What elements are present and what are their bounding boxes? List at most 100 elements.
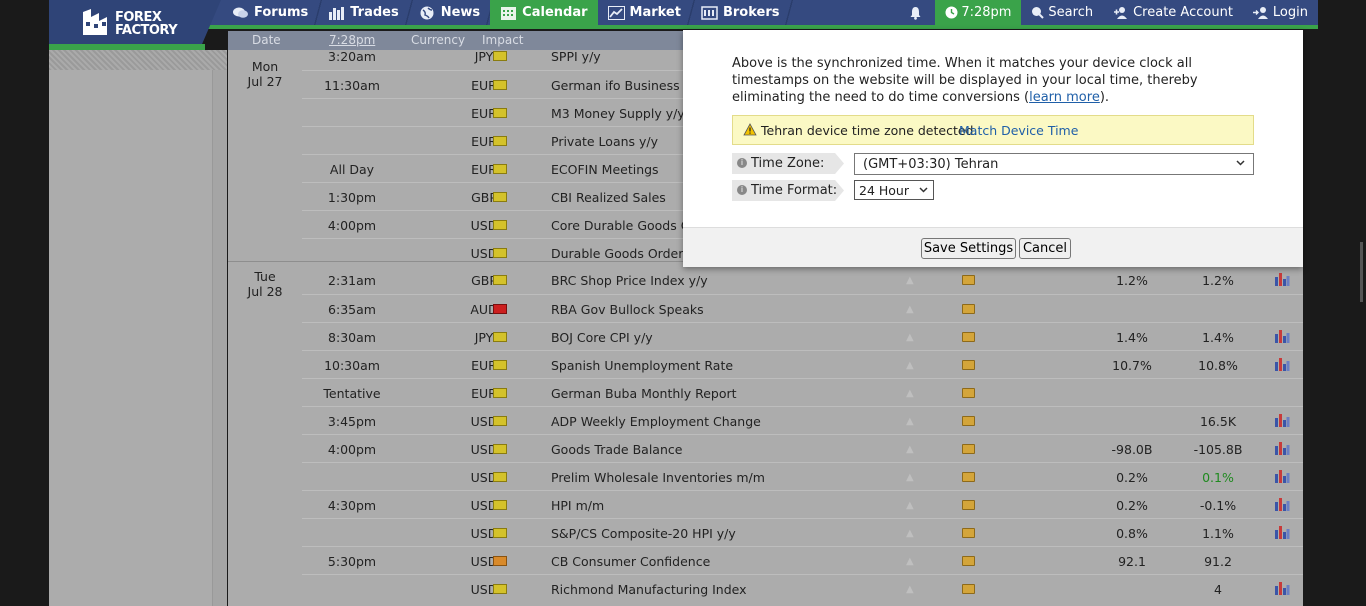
event-name[interactable]: Goods Trade Balance bbox=[551, 442, 682, 457]
learn-more-link[interactable]: learn more bbox=[1029, 90, 1100, 105]
folder-icon[interactable] bbox=[962, 500, 975, 510]
event-name[interactable]: Core Durable Goods Or bbox=[551, 218, 696, 233]
event-name[interactable]: SPPI y/y bbox=[551, 49, 601, 64]
impact-low-icon[interactable] bbox=[493, 416, 507, 426]
impact-low-icon[interactable] bbox=[493, 51, 507, 61]
chart-icon[interactable] bbox=[1274, 272, 1290, 286]
chart-icon[interactable] bbox=[1274, 329, 1290, 343]
page-scrollbar[interactable] bbox=[1360, 242, 1363, 302]
event-name[interactable]: Spanish Unemployment Rate bbox=[551, 358, 733, 373]
impact-high-icon[interactable] bbox=[493, 304, 507, 314]
expand-arrow-icon[interactable]: ▲ bbox=[906, 332, 914, 343]
expand-arrow-icon[interactable]: ▲ bbox=[906, 528, 914, 539]
folder-icon[interactable] bbox=[962, 416, 975, 426]
expand-arrow-icon[interactable]: ▲ bbox=[906, 304, 914, 315]
table-row[interactable]: 4:30pm USD HPI m/m ▲ 0.2% -0.1% bbox=[302, 490, 1303, 518]
event-name[interactable]: ECOFIN Meetings bbox=[551, 162, 659, 177]
nav-news[interactable]: News bbox=[409, 0, 495, 25]
event-name[interactable]: CB Consumer Confidence bbox=[551, 554, 710, 569]
cancel-button[interactable]: Cancel bbox=[1019, 238, 1071, 259]
expand-arrow-icon[interactable]: ▲ bbox=[906, 584, 914, 595]
impact-low-icon[interactable] bbox=[493, 275, 507, 285]
table-row[interactable]: USD S&P/CS Composite-20 HPI y/y ▲ 0.8% 1.1% bbox=[302, 518, 1303, 546]
info-icon[interactable]: i bbox=[737, 185, 747, 195]
impact-low-icon[interactable] bbox=[493, 332, 507, 342]
nav-calendar[interactable]: Calendar bbox=[490, 0, 598, 25]
notifications-button[interactable] bbox=[895, 0, 935, 25]
event-name[interactable]: M3 Money Supply y/y bbox=[551, 106, 685, 121]
folder-icon[interactable] bbox=[962, 275, 975, 285]
event-name[interactable]: German ifo Business Cl bbox=[551, 78, 696, 93]
folder-icon[interactable] bbox=[962, 304, 975, 314]
chart-icon[interactable] bbox=[1274, 581, 1290, 595]
event-name[interactable]: HPI m/m bbox=[551, 498, 604, 513]
expand-arrow-icon[interactable]: ▲ bbox=[906, 360, 914, 371]
event-name[interactable]: Richmond Manufacturing Index bbox=[551, 582, 747, 597]
event-name[interactable]: ADP Weekly Employment Change bbox=[551, 414, 761, 429]
expand-arrow-icon[interactable]: ▲ bbox=[906, 275, 914, 286]
expand-arrow-icon[interactable]: ▲ bbox=[906, 472, 914, 483]
time-format-select[interactable]: 24 Hour bbox=[854, 180, 934, 200]
table-row[interactable]: 10:30am EUR Spanish Unemployment Rate ▲ 10.7… bbox=[302, 350, 1303, 378]
expand-arrow-icon[interactable]: ▲ bbox=[906, 388, 914, 399]
nav-trades[interactable]: Trades bbox=[318, 0, 414, 25]
impact-low-icon[interactable] bbox=[493, 80, 507, 90]
info-icon[interactable]: i bbox=[737, 158, 747, 168]
chart-icon[interactable] bbox=[1274, 357, 1290, 371]
create-account-button[interactable]: Create Account bbox=[1103, 0, 1243, 25]
table-row[interactable]: 2:31am GBP BRC Shop Price Index y/y ▲ 1.2% 1.… bbox=[302, 266, 1303, 294]
nav-market[interactable]: Market bbox=[598, 0, 696, 25]
folder-icon[interactable] bbox=[962, 472, 975, 482]
event-name[interactable]: BRC Shop Price Index y/y bbox=[551, 273, 708, 288]
event-name[interactable]: Durable Goods Orders r bbox=[551, 246, 699, 261]
folder-icon[interactable] bbox=[962, 388, 975, 398]
time-zone-select[interactable]: (GMT+03:30) Tehran bbox=[854, 153, 1254, 175]
event-name[interactable]: BOJ Core CPI y/y bbox=[551, 330, 653, 345]
impact-low-icon[interactable] bbox=[493, 528, 507, 538]
chart-icon[interactable] bbox=[1274, 525, 1290, 539]
search-button[interactable]: Search bbox=[1021, 0, 1103, 25]
expand-arrow-icon[interactable]: ▲ bbox=[906, 500, 914, 511]
impact-low-icon[interactable] bbox=[493, 500, 507, 510]
event-name[interactable]: Private Loans y/y bbox=[551, 134, 658, 149]
folder-icon[interactable] bbox=[962, 444, 975, 454]
table-row[interactable]: USD Richmond Manufacturing Index ▲ 4 bbox=[302, 574, 1303, 602]
impact-low-icon[interactable] bbox=[493, 136, 507, 146]
table-row[interactable]: 4:00pm USD Goods Trade Balance ▲ -98.0B -105.… bbox=[302, 434, 1303, 462]
event-name[interactable]: RBA Gov Bullock Speaks bbox=[551, 302, 704, 317]
table-row[interactable]: 5:30pm USD CB Consumer Confidence ▲ 92.1 91.2 bbox=[302, 546, 1303, 574]
folder-icon[interactable] bbox=[962, 556, 975, 566]
folder-icon[interactable] bbox=[962, 360, 975, 370]
impact-low-icon[interactable] bbox=[493, 108, 507, 118]
impact-low-icon[interactable] bbox=[493, 388, 507, 398]
chart-icon[interactable] bbox=[1274, 413, 1290, 427]
nav-forums[interactable]: Forums bbox=[222, 0, 323, 25]
folder-icon[interactable] bbox=[962, 332, 975, 342]
folder-icon[interactable] bbox=[962, 528, 975, 538]
event-name[interactable]: CBI Realized Sales bbox=[551, 190, 666, 205]
impact-low-icon[interactable] bbox=[493, 220, 507, 230]
table-row[interactable]: 8:30am JPY BOJ Core CPI y/y ▲ 1.4% 1.4% bbox=[302, 322, 1303, 350]
chart-icon[interactable] bbox=[1274, 469, 1290, 483]
table-row[interactable]: USD Prelim Wholesale Inventories m/m ▲ 0.2%… bbox=[302, 462, 1303, 490]
impact-low-icon[interactable] bbox=[493, 584, 507, 594]
impact-low-icon[interactable] bbox=[493, 472, 507, 482]
match-device-time-link[interactable]: Match Device Time bbox=[959, 123, 1078, 138]
event-name[interactable]: German Buba Monthly Report bbox=[551, 386, 737, 401]
chart-icon[interactable] bbox=[1274, 441, 1290, 455]
save-settings-button[interactable]: Save Settings bbox=[921, 238, 1016, 259]
impact-low-icon[interactable] bbox=[493, 360, 507, 370]
impact-low-icon[interactable] bbox=[493, 164, 507, 174]
expand-arrow-icon[interactable]: ▲ bbox=[906, 444, 914, 455]
nav-brokers[interactable]: Brokers bbox=[691, 0, 793, 25]
table-row[interactable]: Tentative EUR German Buba Monthly Report ▲ bbox=[302, 378, 1303, 406]
folder-icon[interactable] bbox=[962, 584, 975, 594]
impact-low-icon[interactable] bbox=[493, 192, 507, 202]
login-button[interactable]: Login bbox=[1243, 0, 1318, 25]
chart-icon[interactable] bbox=[1274, 497, 1290, 511]
expand-arrow-icon[interactable]: ▲ bbox=[906, 556, 914, 567]
synced-time-button[interactable]: 7:28pm bbox=[935, 0, 1022, 25]
impact-low-icon[interactable] bbox=[493, 444, 507, 454]
table-row[interactable]: 6:35am AUD RBA Gov Bullock Speaks ▲ bbox=[302, 294, 1303, 322]
event-name[interactable]: Prelim Wholesale Inventories m/m bbox=[551, 470, 765, 485]
